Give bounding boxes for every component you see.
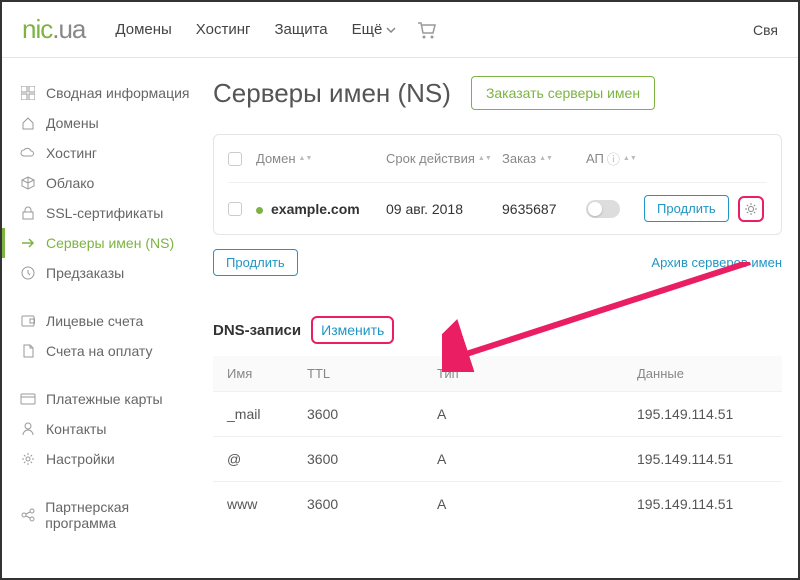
cart-icon[interactable] [416, 21, 436, 39]
sidebar-item-settings[interactable]: Настройки [20, 444, 197, 474]
col-order[interactable]: Заказ▲▼ [502, 151, 586, 166]
order-number: 9635687 [502, 201, 586, 217]
sidebar-item-hosting[interactable]: Хостинг [20, 138, 197, 168]
dns-ttl: 3600 [307, 406, 437, 422]
contact-link[interactable]: Свя [753, 22, 778, 38]
sidebar: Сводная информация Домены Хостинг Облако… [2, 58, 197, 558]
dns-row: _mail 3600 A 195.149.114.51 [213, 391, 782, 436]
dns-col-ttl: TTL [307, 366, 437, 381]
dns-name: @ [227, 451, 307, 467]
sidebar-item-label: Настройки [46, 451, 115, 467]
domain-name: example.com [271, 201, 360, 217]
clock-icon [20, 265, 36, 281]
cube-icon [20, 175, 36, 191]
cloud-icon [20, 145, 36, 161]
doc-icon [20, 343, 36, 359]
dns-row: www 3600 A 195.149.114.51 [213, 481, 782, 526]
card-icon [20, 391, 36, 407]
dns-row: @ 3600 A 195.149.114.51 [213, 436, 782, 481]
table-row: example.com 09 авг. 2018 9635687 Продлит… [228, 182, 767, 234]
dns-data: 195.149.114.51 [637, 406, 768, 422]
select-all-checkbox[interactable] [228, 152, 242, 166]
sidebar-item-label: Контакты [46, 421, 106, 437]
wallet-icon [20, 313, 36, 329]
settings-highlight [738, 196, 764, 222]
sidebar-item-label: Серверы имен (NS) [46, 235, 174, 251]
table-header: Домен▲▼ Срок действия▲▼ Заказ▲▼ АП ⓘ▲▼ [228, 135, 767, 182]
header: nic.ua Домены Хостинг Защита Ещё Свя [2, 2, 798, 58]
ns-table: Домен▲▼ Срок действия▲▼ Заказ▲▼ АП ⓘ▲▼ e… [213, 134, 782, 235]
order-ns-button[interactable]: Заказать серверы имен [471, 76, 655, 110]
sidebar-item-preorders[interactable]: Предзаказы [20, 258, 197, 288]
row-gear-icon[interactable] [743, 201, 759, 217]
nav-domains[interactable]: Домены [115, 21, 171, 38]
sidebar-item-label: Предзаказы [46, 265, 124, 281]
sidebar-item-label: Партнерская программа [45, 499, 197, 531]
dns-data: 195.149.114.51 [637, 451, 768, 467]
renew-selected-button[interactable]: Продлить [213, 249, 298, 276]
sidebar-item-ssl[interactable]: SSL-сертификаты [20, 198, 197, 228]
col-ap[interactable]: АП ⓘ▲▼ [586, 149, 644, 168]
col-domain[interactable]: Домен▲▼ [256, 151, 386, 166]
page-title: Серверы имен (NS) [213, 78, 451, 109]
nav-hosting[interactable]: Хостинг [196, 21, 251, 38]
dns-type: A [437, 496, 637, 512]
dns-ttl: 3600 [307, 496, 437, 512]
nav-security[interactable]: Защита [274, 21, 327, 38]
content: Серверы имен (NS) Заказать серверы имен … [197, 58, 798, 558]
user-icon [20, 421, 36, 437]
status-dot [256, 207, 263, 214]
home-icon [20, 115, 36, 131]
sidebar-item-domains[interactable]: Домены [20, 108, 197, 138]
sidebar-item-accounts[interactable]: Лицевые счета [20, 306, 197, 336]
logo[interactable]: nic.ua [22, 14, 85, 45]
dns-col-data: Данные [637, 366, 768, 381]
dns-type: A [437, 406, 637, 422]
dns-col-type: Тип [437, 366, 637, 381]
dns-name: www [227, 496, 307, 512]
dns-type: A [437, 451, 637, 467]
dns-edit-link[interactable]: Изменить [315, 320, 390, 340]
sidebar-item-contacts[interactable]: Контакты [20, 414, 197, 444]
dns-data: 195.149.114.51 [637, 496, 768, 512]
grid-icon [20, 85, 36, 101]
sidebar-item-label: Платежные карты [46, 391, 163, 407]
arrow-icon [20, 235, 36, 251]
chevron-down-icon [386, 27, 396, 33]
sidebar-item-label: Хостинг [46, 145, 97, 161]
nav: Домены Хостинг Защита Ещё [115, 21, 396, 38]
sidebar-item-label: SSL-сертификаты [46, 205, 163, 221]
dns-title: DNS-записи [213, 322, 301, 339]
gear-icon [20, 451, 36, 467]
sidebar-item-label: Домены [46, 115, 99, 131]
archive-link[interactable]: Архив серверов имен [651, 255, 782, 270]
share-icon [20, 507, 35, 523]
dns-ttl: 3600 [307, 451, 437, 467]
col-expiry[interactable]: Срок действия▲▼ [386, 151, 502, 166]
dns-col-name: Имя [227, 366, 307, 381]
sidebar-item-ns[interactable]: Серверы имен (NS) [2, 228, 197, 258]
sidebar-item-label: Сводная информация [46, 85, 190, 101]
expiry-date: 09 авг. 2018 [386, 201, 502, 217]
edit-highlight: Изменить [311, 316, 394, 344]
row-checkbox[interactable] [228, 202, 242, 216]
sidebar-item-cloud[interactable]: Облако [20, 168, 197, 198]
autorenew-toggle[interactable] [586, 200, 620, 218]
sidebar-item-cards[interactable]: Платежные карты [20, 384, 197, 414]
renew-button[interactable]: Продлить [644, 195, 729, 222]
sidebar-item-label: Облако [46, 175, 94, 191]
sidebar-item-label: Лицевые счета [46, 313, 143, 329]
sidebar-item-summary[interactable]: Сводная информация [20, 78, 197, 108]
nav-more[interactable]: Ещё [352, 21, 397, 38]
dns-table: Имя TTL Тип Данные _mail 3600 A 195.149.… [213, 356, 782, 526]
sidebar-item-label: Счета на оплату [46, 343, 153, 359]
dns-table-header: Имя TTL Тип Данные [213, 356, 782, 391]
sidebar-item-partner[interactable]: Партнерская программа [20, 492, 197, 538]
sidebar-item-invoices[interactable]: Счета на оплату [20, 336, 197, 366]
lock-icon [20, 205, 36, 221]
dns-name: _mail [227, 406, 307, 422]
